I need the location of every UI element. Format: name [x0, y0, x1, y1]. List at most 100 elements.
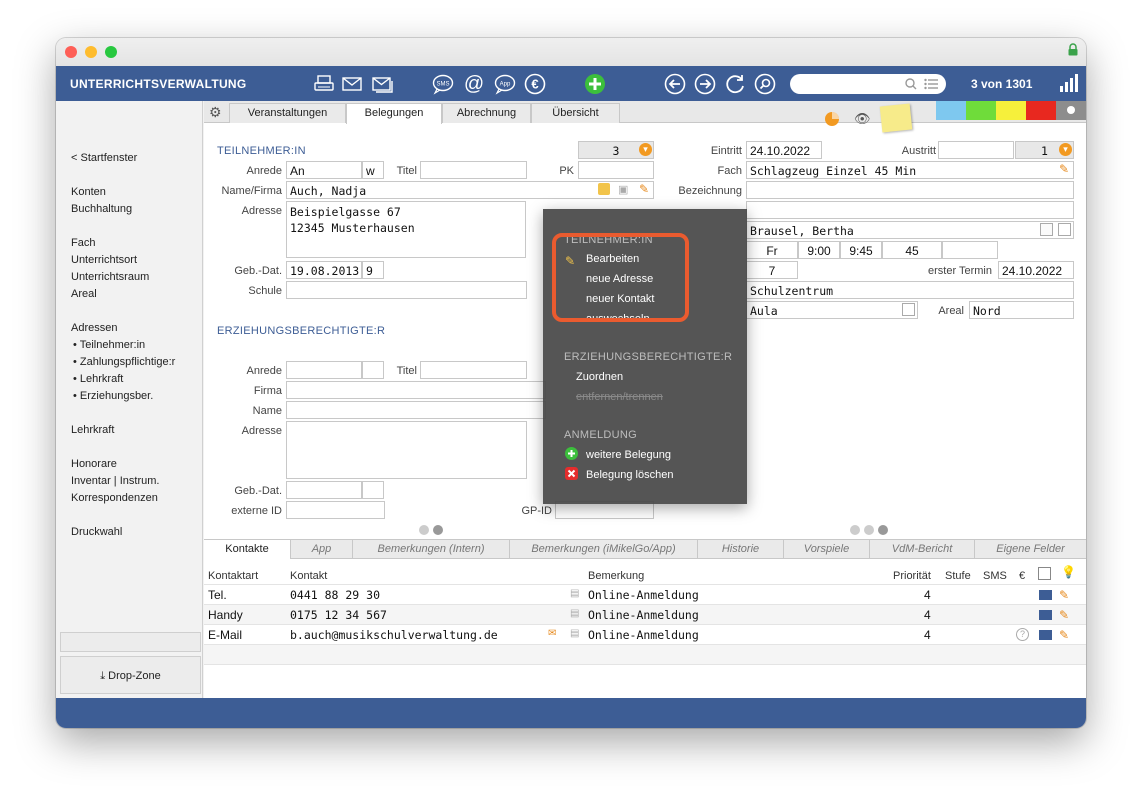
- monitor-icon[interactable]: [1039, 610, 1052, 620]
- color-swatch-gray[interactable]: [1056, 101, 1086, 120]
- tab-eigene-felder[interactable]: Eigene Felder: [975, 540, 1086, 559]
- mail-icon[interactable]: [341, 73, 363, 95]
- page-dot[interactable]: [864, 525, 874, 535]
- table-row[interactable]: Handy 0175 12 34 567 ▤ Online-Anmeldung …: [204, 604, 1086, 624]
- sidebar-item-buchhaltung[interactable]: Buchhaltung: [71, 203, 132, 215]
- table-row[interactable]: Tel. 0441 88 29 30 ▤ Online-Anmeldung 4 …: [204, 584, 1086, 604]
- note-icon[interactable]: [598, 183, 610, 195]
- guardian-anrede-field[interactable]: [286, 361, 362, 379]
- euro-icon[interactable]: €: [524, 73, 546, 95]
- pie-chart-icon[interactable]: [824, 111, 840, 127]
- sidebar-item-unterrichtsort[interactable]: Unterrichtsort: [71, 254, 137, 266]
- at-icon[interactable]: @: [463, 73, 485, 95]
- tab-app[interactable]: App: [291, 540, 353, 559]
- col-sms[interactable]: SMS: [983, 570, 1007, 582]
- close-window-button[interactable]: [65, 46, 77, 58]
- termin-day-field[interactable]: Fr: [746, 241, 798, 259]
- guardian-firma-field[interactable]: [286, 381, 546, 399]
- tab-belegungen[interactable]: Belegungen: [346, 103, 442, 124]
- austritt-dropdown-icon[interactable]: ▾: [1059, 143, 1072, 156]
- sidebar-item-areal[interactable]: Areal: [71, 288, 97, 300]
- pk-field[interactable]: [578, 161, 654, 179]
- monitor-icon[interactable]: [1039, 630, 1052, 640]
- schule-field[interactable]: [286, 281, 527, 299]
- sms-icon[interactable]: SMS: [432, 73, 454, 95]
- sidebar-item-erziehungsber[interactable]: • Erziehungsber.: [73, 390, 153, 402]
- raum-field[interactable]: Aula: [746, 301, 918, 319]
- birthdate-field[interactable]: 19.08.2013: [286, 261, 362, 279]
- tab-veranstaltungen[interactable]: Veranstaltungen: [229, 103, 346, 123]
- termin-end-field[interactable]: 9:45: [840, 241, 882, 259]
- lightbulb-icon[interactable]: 💡: [1061, 565, 1076, 579]
- lehrkraft-list-icon[interactable]: [1040, 223, 1053, 236]
- copy-icon[interactable]: ▤: [570, 628, 579, 639]
- guardian-address-field[interactable]: [286, 421, 527, 479]
- sidebar-item-lehrkraft[interactable]: Lehrkraft: [71, 424, 114, 436]
- tab-bemerkungen-intern[interactable]: Bemerkungen (Intern): [353, 540, 510, 559]
- anrede-field[interactable]: An: [286, 161, 362, 179]
- austritt-field[interactable]: [938, 141, 1014, 159]
- edit-pencil-icon[interactable]: ✎: [1059, 628, 1069, 642]
- tab-vorspiele[interactable]: Vorspiele: [784, 540, 870, 559]
- copy-icon[interactable]: ▤: [570, 588, 579, 599]
- termin-duration-field[interactable]: 45: [882, 241, 942, 259]
- app-icon[interactable]: App: [494, 73, 516, 95]
- tab-kontakte[interactable]: Kontakte: [204, 540, 291, 559]
- refresh-icon[interactable]: [724, 73, 746, 95]
- list-icon[interactable]: [1038, 567, 1051, 580]
- menu-item-weitere-belegung[interactable]: weitere Belegung: [586, 449, 671, 461]
- table-row[interactable]: E-Mail b.auch@musikschulverwaltung.de ✉ …: [204, 624, 1086, 644]
- pencil-icon[interactable]: ✎: [639, 182, 649, 196]
- tab-historie[interactable]: Historie: [698, 540, 784, 559]
- col-euro[interactable]: €: [1019, 570, 1025, 582]
- sidebar-item-unterrichtsraum[interactable]: Unterrichtsraum: [71, 271, 149, 283]
- raum-calendar-icon[interactable]: [902, 303, 915, 316]
- copy-icon[interactable]: ▤: [570, 608, 579, 619]
- sidebar-item-honorare[interactable]: Honorare: [71, 458, 117, 470]
- signal-bars-icon[interactable]: [1059, 74, 1079, 92]
- search-options-icon[interactable]: [924, 78, 938, 90]
- color-swatch-green[interactable]: [966, 101, 996, 120]
- monitor-icon[interactable]: [1039, 590, 1052, 600]
- col-stufe[interactable]: Stufe: [945, 570, 971, 582]
- termin-start-field[interactable]: 9:00: [798, 241, 840, 259]
- mail-bulk-icon[interactable]: [372, 73, 394, 95]
- sidebar-back-startfenster[interactable]: < Startfenster: [71, 152, 137, 164]
- add-record-icon[interactable]: [584, 73, 606, 95]
- page-dot[interactable]: [419, 525, 429, 535]
- termin-extra-field[interactable]: [942, 241, 998, 259]
- minimize-window-button[interactable]: [85, 46, 97, 58]
- color-swatch-red[interactable]: [1026, 101, 1056, 120]
- menu-item-belegung-loeschen[interactable]: Belegung löschen: [586, 469, 673, 481]
- sidebar-item-konten[interactable]: Konten: [71, 186, 106, 198]
- forward-icon[interactable]: [694, 73, 716, 95]
- sidebar-item-inventar[interactable]: Inventar | Instrum.: [71, 475, 159, 487]
- printer-icon[interactable]: [313, 73, 335, 95]
- lehrkraft-field[interactable]: Brausel, Bertha: [746, 221, 1074, 239]
- color-swatch-blue[interactable]: [936, 101, 966, 120]
- sticky-note-icon[interactable]: [879, 103, 913, 133]
- bezeichnung-field[interactable]: [746, 181, 1074, 199]
- search-input[interactable]: [790, 74, 946, 94]
- col-prioritaet[interactable]: Priorität: [893, 570, 931, 582]
- magnifier-icon[interactable]: [904, 77, 918, 91]
- tab-vdm-bericht[interactable]: VdM-Bericht: [870, 540, 975, 559]
- unterrichtsort-field[interactable]: Schulzentrum: [746, 281, 1074, 299]
- guardian-birthdate-field[interactable]: [286, 481, 362, 499]
- camera-icon[interactable]: ▣: [618, 183, 628, 196]
- sidebar-item-druckwahl[interactable]: Druckwahl: [71, 526, 122, 538]
- eye-icon[interactable]: 👁: [854, 111, 871, 127]
- turnus-field[interactable]: 7: [746, 261, 798, 279]
- page-dot-active[interactable]: [878, 525, 888, 535]
- page-dot[interactable]: [850, 525, 860, 535]
- eintritt-field[interactable]: 24.10.2022: [746, 141, 822, 159]
- sidebar-item-fach[interactable]: Fach: [71, 237, 95, 249]
- back-icon[interactable]: [664, 73, 686, 95]
- erster-termin-field[interactable]: 24.10.2022: [998, 261, 1074, 279]
- externe-id-field[interactable]: [286, 501, 385, 519]
- lehrkraft-calendar-icon[interactable]: [1058, 223, 1071, 236]
- guardian-name-field[interactable]: [286, 401, 546, 419]
- tab-uebersicht[interactable]: Übersicht: [531, 103, 620, 123]
- color-swatch-yellow[interactable]: [996, 101, 1026, 120]
- instrument-field[interactable]: [746, 201, 1074, 219]
